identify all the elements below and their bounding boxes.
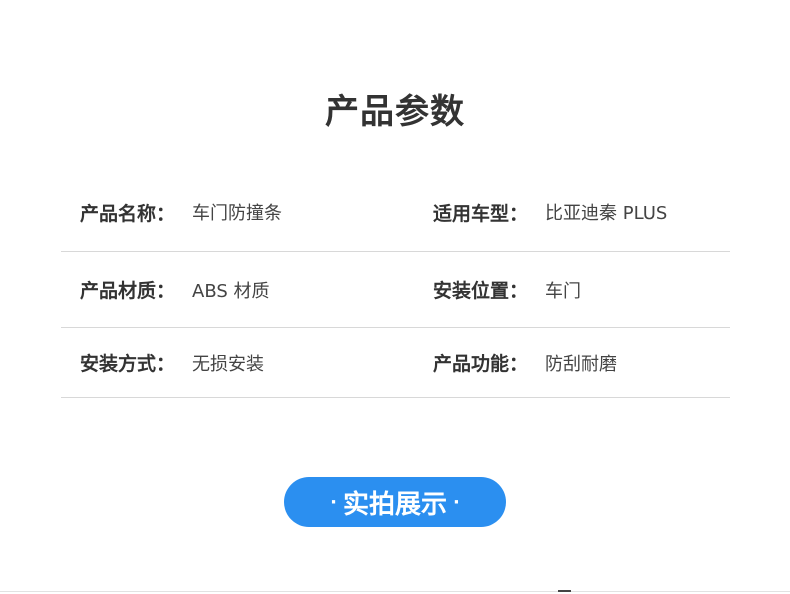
dot-left: · — [330, 491, 337, 513]
dot-right: · — [453, 491, 460, 513]
param-label: 产品材质： — [80, 280, 176, 302]
param-product-name: 产品名称： 车门防撞条 — [80, 173, 282, 251]
param-label: 产品名称： — [80, 202, 176, 225]
param-material: 产品材质： ABS 材质 — [80, 252, 270, 327]
param-value: 车门 — [545, 280, 581, 302]
param-function: 产品功能： 防刮耐磨 — [433, 328, 617, 397]
page-title: 产品参数 — [325, 92, 465, 132]
param-value: 防刮耐磨 — [545, 353, 617, 375]
param-value: 无损安装 — [192, 353, 264, 375]
parameter-table: 产品名称： 车门防撞条 适用车型： 比亚迪秦 PLUS 产品材质： ABS 材质… — [61, 173, 730, 398]
param-label: 安装位置： — [433, 280, 529, 302]
table-row: 产品材质： ABS 材质 安装位置： 车门 — [61, 252, 730, 328]
bottom-mark — [558, 590, 571, 592]
table-row: 产品名称： 车门防撞条 适用车型： 比亚迪秦 PLUS — [61, 173, 730, 252]
param-label: 产品功能： — [433, 353, 529, 375]
bottom-divider — [0, 591, 790, 592]
param-install-position: 安装位置： 车门 — [433, 252, 581, 327]
param-value: ABS 材质 — [192, 280, 270, 302]
param-compatible-model: 适用车型： 比亚迪秦 PLUS — [433, 173, 667, 251]
param-label: 安装方式： — [80, 353, 176, 375]
param-label: 适用车型： — [433, 202, 529, 225]
real-photos-button[interactable]: · 实拍展示 · — [284, 477, 506, 527]
param-value: 车门防撞条 — [192, 203, 282, 224]
param-value: 比亚迪秦 PLUS — [545, 203, 668, 224]
param-install-method: 安装方式： 无损安装 — [80, 328, 264, 397]
real-photos-label: 实拍展示 — [342, 489, 447, 520]
table-row: 安装方式： 无损安装 产品功能： 防刮耐磨 — [61, 328, 730, 398]
